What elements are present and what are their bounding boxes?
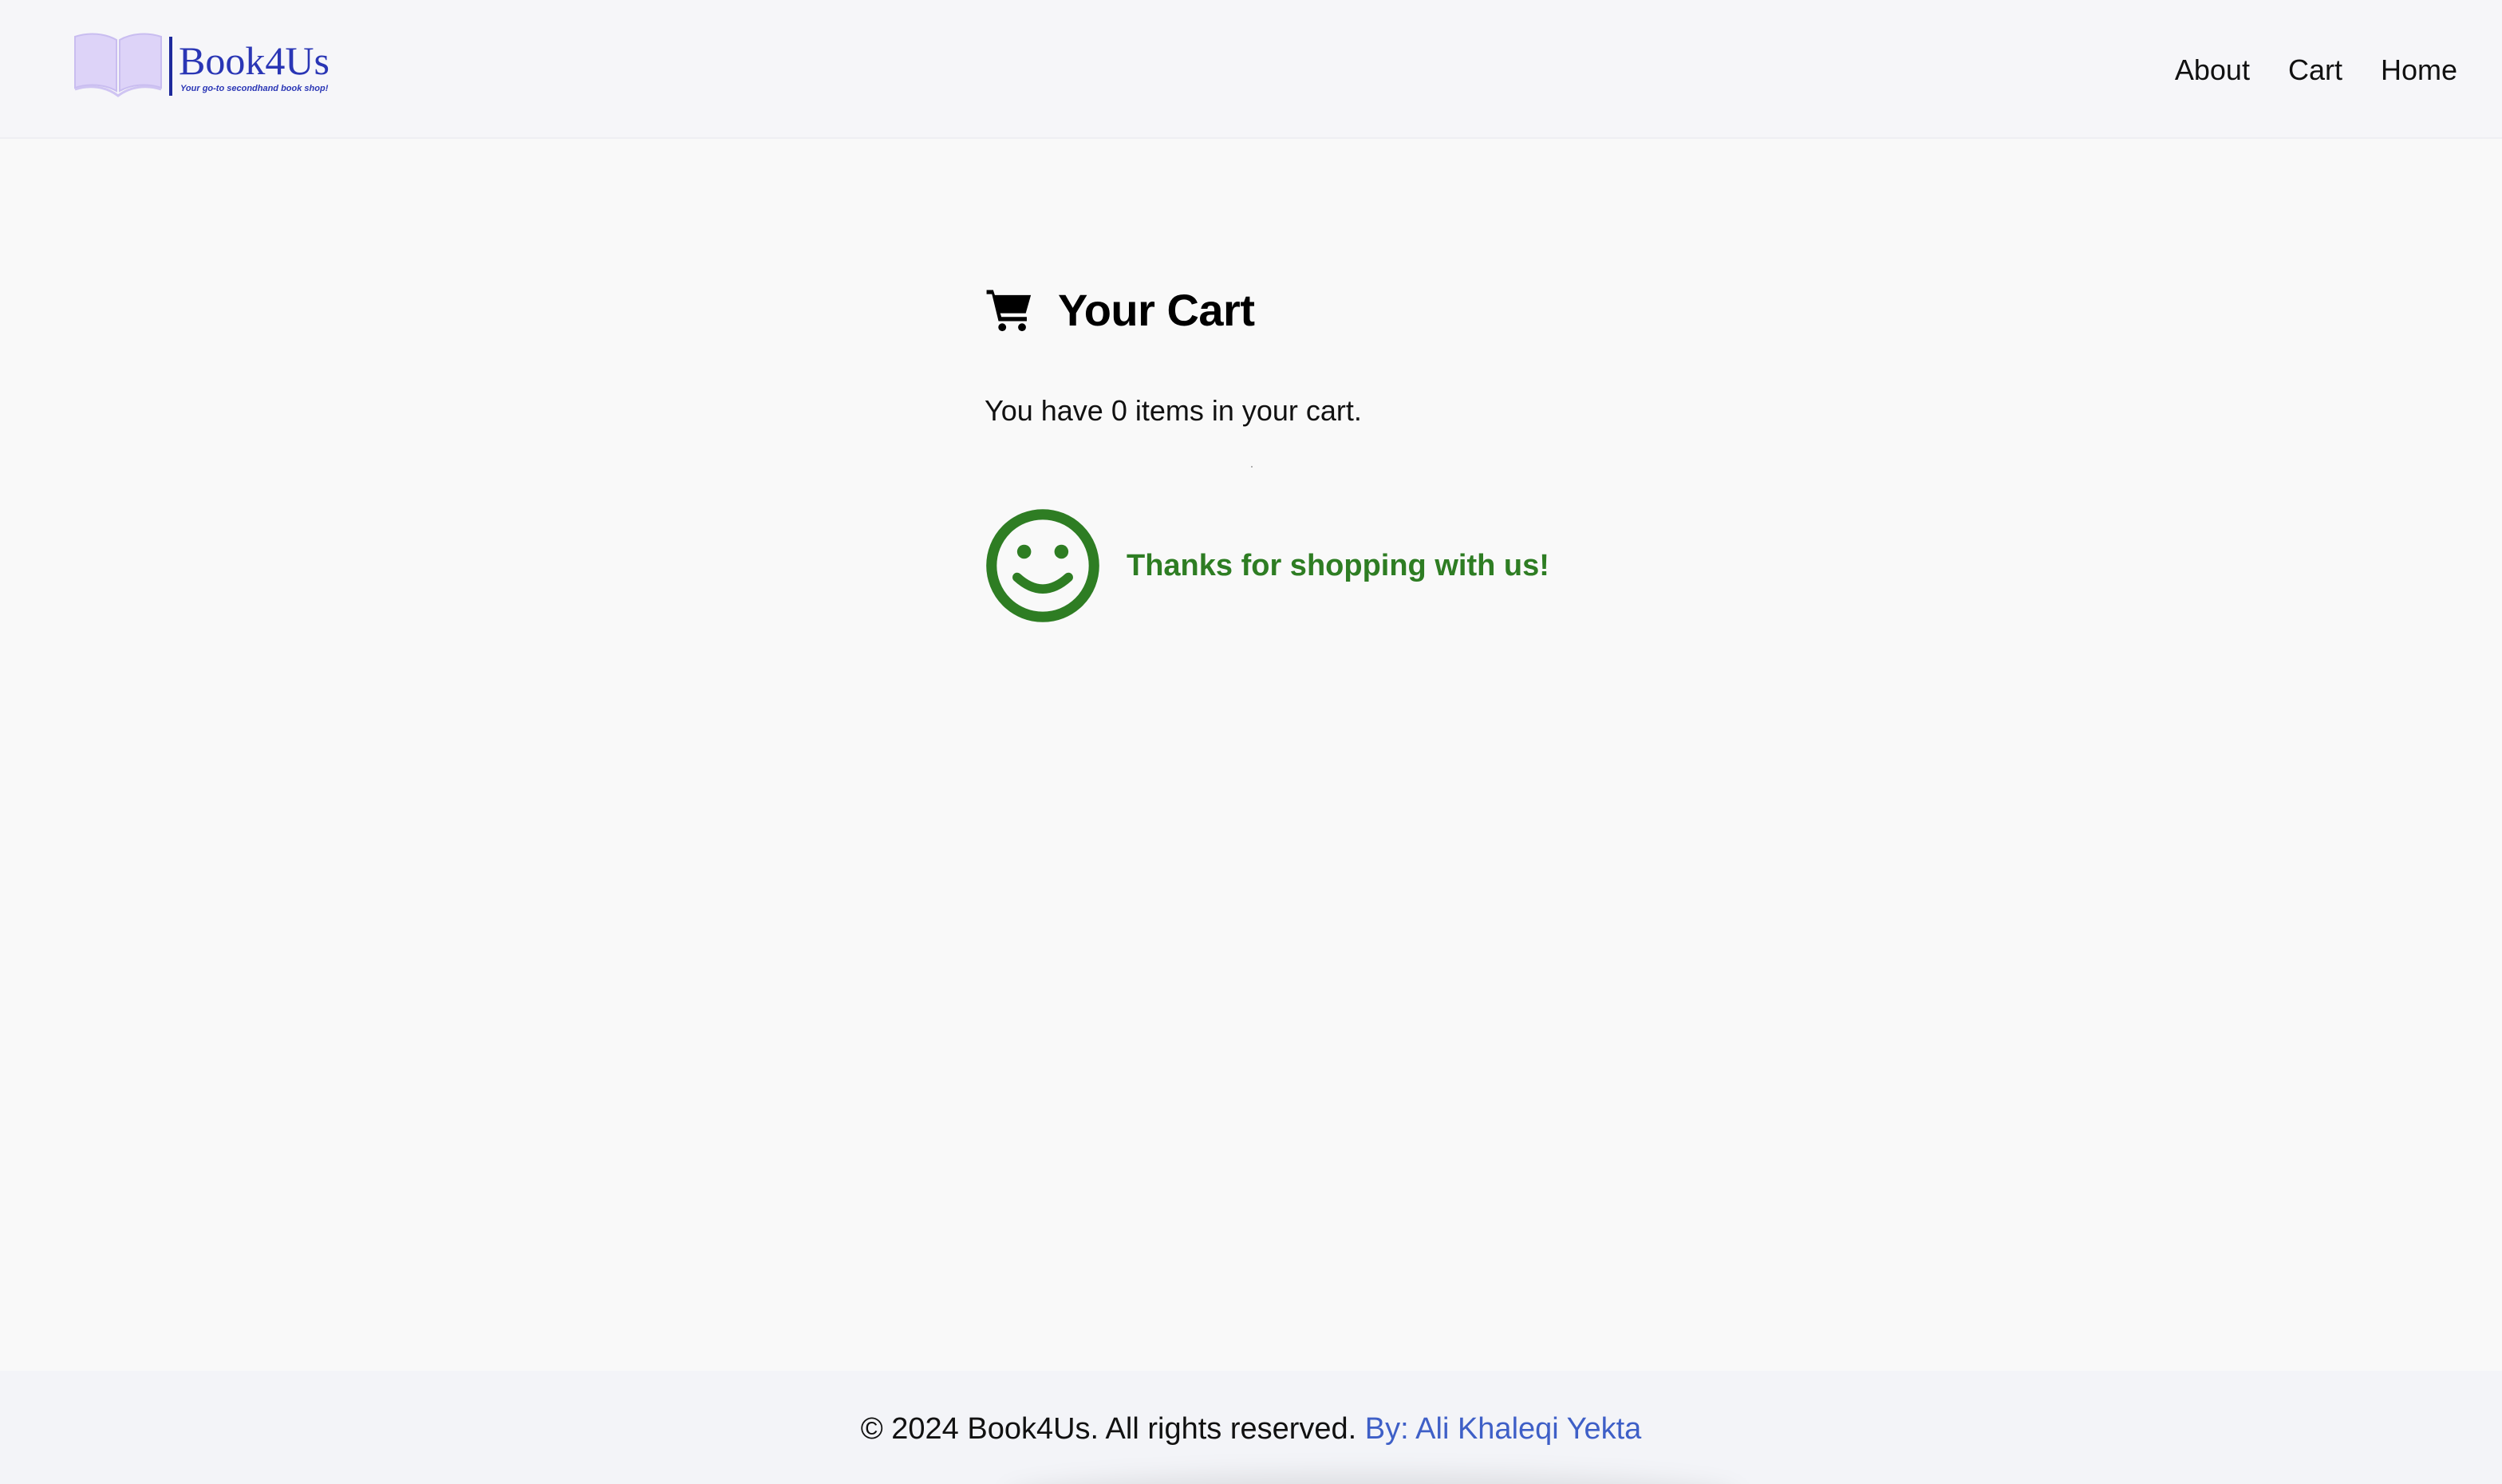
logo-link[interactable]: Book4Us Your go-to secondhand book shop! — [72, 32, 330, 101]
footer: © 2024 Book4Us. All rights reserved. By:… — [0, 1371, 2502, 1484]
cart-item-count: You have 0 items in your cart. — [985, 394, 1362, 427]
copyright-text: © 2024 Book4Us. All rights reserved. — [860, 1412, 1357, 1446]
divider-dot — [1251, 466, 1253, 468]
logo-tagline: Your go-to secondhand book shop! — [180, 84, 329, 93]
logo-name: Book4Us — [179, 38, 330, 83]
open-book-logo-icon — [74, 33, 162, 97]
logo-text: Book4Us Your go-to secondhand book shop! — [179, 39, 330, 93]
smiley-face-icon — [986, 509, 1099, 622]
page: Book4Us Your go-to secondhand book shop!… — [0, 0, 2502, 1484]
top-navbar: Book4Us Your go-to secondhand book shop!… — [0, 0, 2502, 139]
cart-heading: Your Cart — [985, 271, 1703, 348]
footer-line: © 2024 Book4Us. All rights reserved. By:… — [0, 1412, 2502, 1447]
shopping-cart-icon — [986, 290, 1032, 332]
footer-shadow — [1005, 1473, 1739, 1484]
thanks-message: Thanks for shopping with us! — [985, 507, 1703, 624]
nav-link-home[interactable]: Home — [2381, 51, 2457, 89]
cart-section: Your Cart You have 0 items in your cart.… — [985, 271, 1703, 624]
nav-link-about[interactable]: About — [2175, 51, 2250, 89]
logo-divider — [169, 37, 172, 96]
thanks-text: Thanks for shopping with us! — [1127, 548, 1549, 582]
author-link[interactable]: By: Ali Khaleqi Yekta — [1365, 1412, 1641, 1446]
main-nav: About Cart Home — [2175, 51, 2457, 89]
page-title: Your Cart — [1058, 284, 1255, 335]
nav-link-cart[interactable]: Cart — [2288, 51, 2342, 89]
